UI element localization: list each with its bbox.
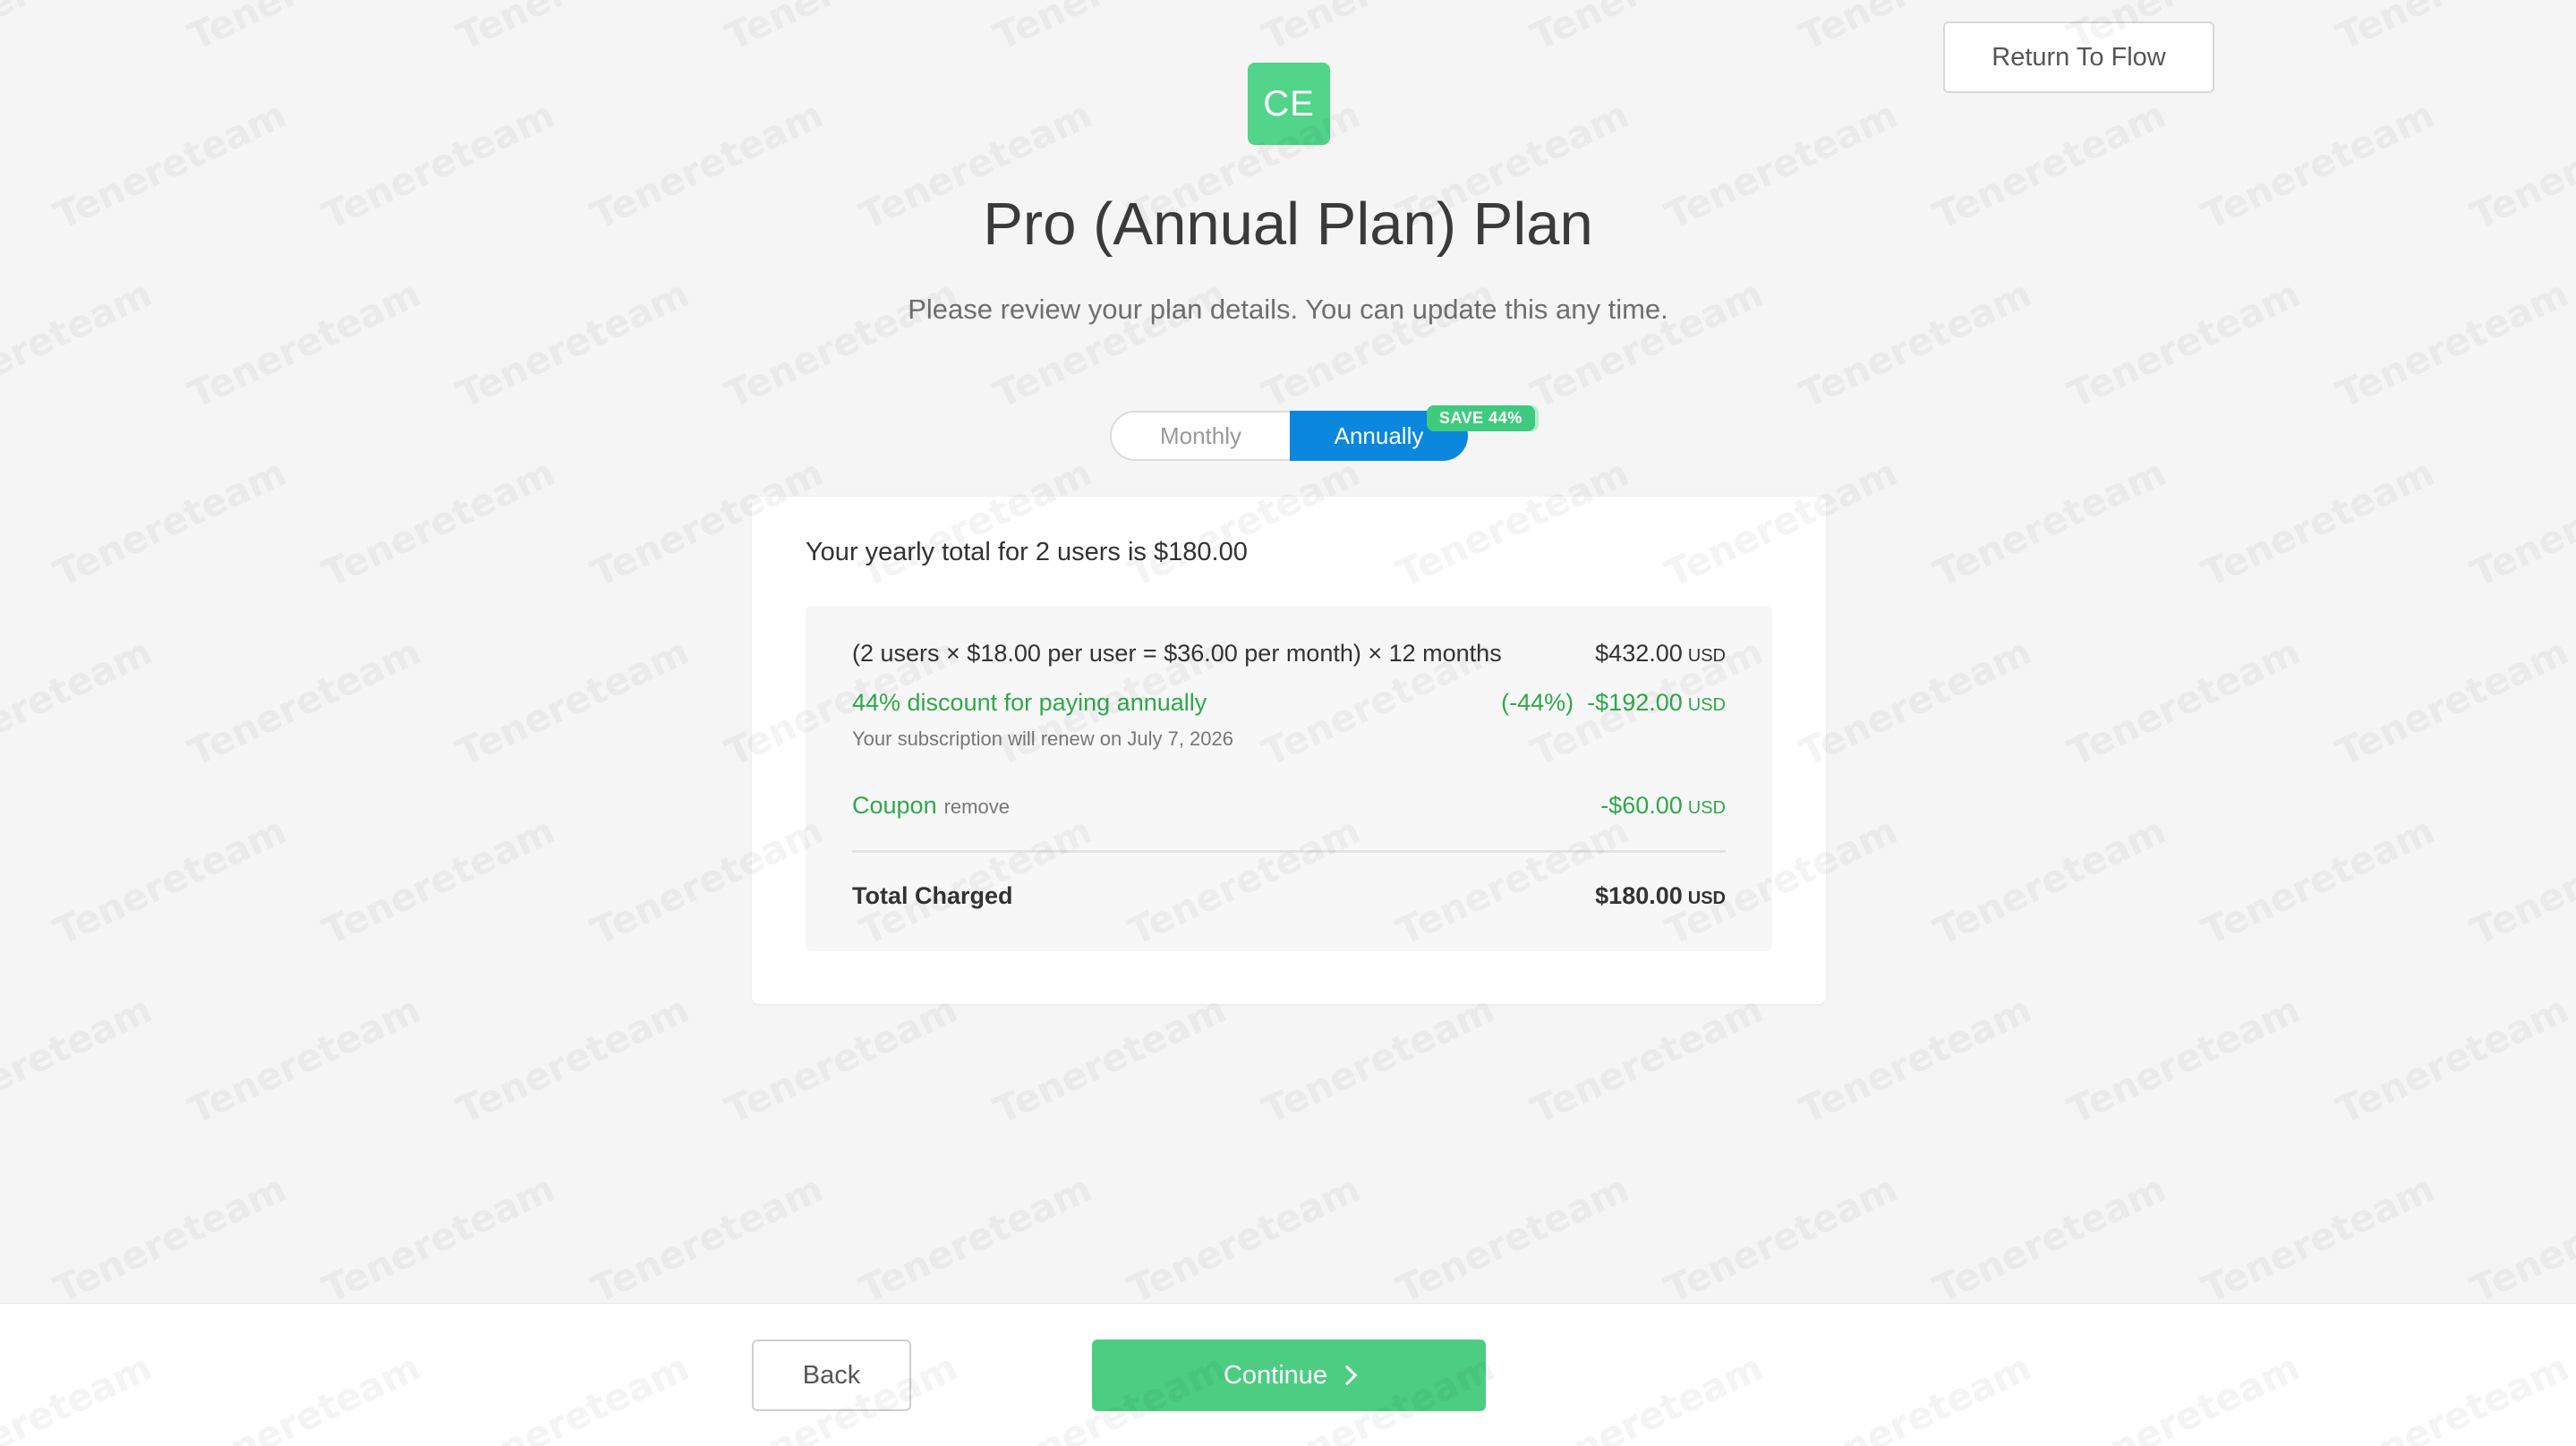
coupon-label: Coupon [852, 792, 937, 819]
return-to-flow-button[interactable]: Return To Flow [1943, 21, 2214, 93]
watermark-text: Tenereteam [719, 0, 964, 59]
watermark-text: Tenereteam [450, 0, 695, 59]
watermark-text: Tenereteam [1793, 629, 2038, 775]
watermark-text: Tenereteam [2330, 629, 2575, 775]
watermark-text: Tenereteam [2196, 1166, 2441, 1312]
watermark-text: Tenereteam [987, 987, 1233, 1133]
watermark-text: Tenereteam [584, 1166, 830, 1312]
watermark-text: Tenereteam [1659, 1166, 1904, 1312]
watermark-text: Tenereteam [1256, 0, 1501, 59]
watermark-text: Tenereteam [719, 987, 964, 1133]
watermark-text: Tenereteam [47, 1166, 293, 1312]
discount-label: 44% discount for paying annually [852, 689, 1207, 716]
base-price-row: (2 users × $18.00 per user = $36.00 per … [852, 640, 1726, 668]
chevron-right-icon [1336, 1365, 1358, 1386]
footer-bar: Back Continue [0, 1303, 2576, 1446]
continue-label: Continue [1223, 1360, 1328, 1390]
price-breakdown: (2 users × $18.00 per user = $36.00 per … [806, 606, 1772, 951]
watermark-text: Tenereteam [853, 1166, 1098, 1312]
coupon-remove-link[interactable]: remove [944, 795, 1010, 818]
divider [852, 850, 1726, 853]
watermark-text: Tenereteam [182, 987, 427, 1133]
total-row: Total Charged $180.00 USD [852, 882, 1726, 910]
watermark-text: Tenereteam [47, 808, 293, 954]
watermark-text: Tenereteam [182, 629, 427, 775]
total-amount: $180.00 USD [1595, 882, 1726, 909]
billing-period-toggle: Monthly Annually [1110, 411, 1468, 461]
watermark-text: Tenereteam [1793, 987, 2038, 1133]
watermark-text: Tenereteam [1122, 1166, 1367, 1312]
watermark-text: Tenereteam [2330, 0, 2575, 59]
watermark-text: Tenereteam [0, 987, 158, 1133]
watermark-text: Tenereteam [316, 808, 561, 954]
plan-summary-card: Your yearly total for 2 users is $180.00… [752, 497, 1826, 1004]
watermark-text: Tenereteam [1524, 0, 1770, 59]
watermark-text: Tenereteam [2196, 808, 2441, 954]
page-title: Pro (Annual Plan) Plan [983, 191, 1593, 258]
back-button[interactable]: Back [752, 1340, 911, 1411]
watermark-text: Tenereteam [1524, 987, 1770, 1133]
total-label: Total Charged [852, 882, 1013, 909]
toggle-monthly[interactable]: Monthly [1112, 413, 1290, 459]
yearly-total-heading: Your yearly total for 2 users is $180.00 [806, 538, 1248, 566]
watermark-text: Tenereteam [182, 0, 427, 59]
page-subtitle: Please review your plan details. You can… [908, 293, 1668, 325]
watermark-text: Tenereteam [2061, 987, 2307, 1133]
watermark-text: Tenereteam [2464, 808, 2576, 954]
watermark-text: Tenereteam [2196, 450, 2441, 596]
watermark-text: Tenereteam [0, 629, 158, 775]
watermark-text: Tenereteam [2061, 629, 2307, 775]
brand-logo: CE [1248, 63, 1330, 145]
base-price-label: (2 users × $18.00 per user = $36.00 per … [852, 640, 1502, 667]
coupon-amount: -$60.00 USD [1600, 792, 1726, 819]
base-price-amount: $432.00 USD [1595, 640, 1726, 667]
watermark-text: Tenereteam [2330, 987, 2575, 1133]
renewal-note: Your subscription will renew on July 7, … [852, 727, 1233, 750]
continue-button[interactable]: Continue [1092, 1340, 1486, 1411]
watermark-text: Tenereteam [450, 987, 695, 1133]
coupon-row: Coupon remove -$60.00 USD [852, 792, 1726, 820]
watermark-text: Tenereteam [450, 629, 695, 775]
watermark-text: Tenereteam [2464, 450, 2576, 596]
watermark-text: Tenereteam [316, 1166, 561, 1312]
discount-row: 44% discount for paying annually (-44%) … [852, 689, 1726, 717]
watermark-text: Tenereteam [0, 0, 158, 59]
watermark-text: Tenereteam [316, 450, 561, 596]
watermark-text: Tenereteam [1927, 450, 2172, 596]
save-badge: SAVE 44% [1427, 405, 1535, 431]
watermark-text: Tenereteam [1927, 808, 2172, 954]
watermark-text: Tenereteam [1927, 1166, 2172, 1312]
watermark-text: Tenereteam [1256, 987, 1501, 1133]
watermark-text: Tenereteam [987, 0, 1233, 59]
watermark-text: Tenereteam [47, 450, 293, 596]
watermark-text: Tenereteam [2464, 1166, 2576, 1312]
discount-amount: (-44%) -$192.00 USD [1501, 689, 1726, 716]
watermark-text: Tenereteam [1390, 1166, 1635, 1312]
